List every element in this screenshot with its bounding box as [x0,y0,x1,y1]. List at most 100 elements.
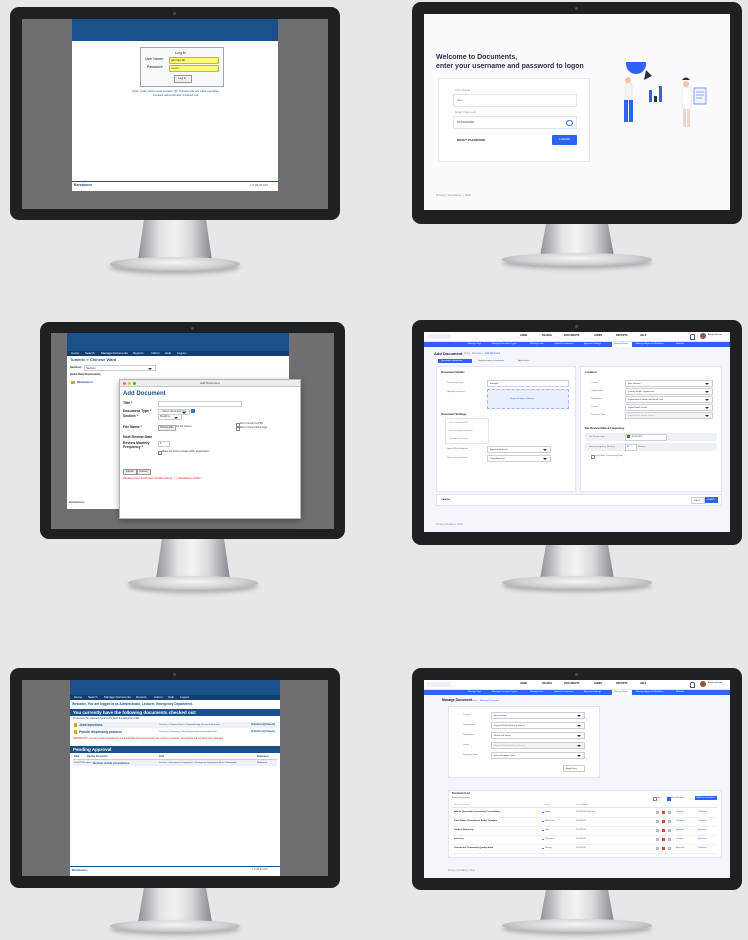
breadcrumb-home[interactable]: Home [464,353,470,355]
doc-action-link[interactable]: Published [698,847,707,849]
password-input[interactable]: PASSWORD [453,116,577,129]
nav-item-home[interactable]: Home [74,696,82,699]
password-input[interactable]: •••••••• [169,65,219,72]
nav-documents[interactable]: DOCUMENTS [564,682,579,685]
cancel-button[interactable]: CANCEL [441,499,450,501]
calendar-icon[interactable] [627,435,630,438]
subnav-doc-types[interactable]: Manage Document Types [492,691,517,693]
login-button[interactable]: Log in [174,75,192,83]
nav-help[interactable]: HELP [640,334,646,337]
nav-item-help[interactable]: Help [165,352,171,355]
delete-icon[interactable] [662,810,665,814]
tab-document-information[interactable]: Document Information [438,359,472,363]
nav-help[interactable]: HELP [640,682,646,685]
subnav-modules[interactable]: Modules [676,343,684,345]
list-item-medication[interactable]: Medication [77,381,93,384]
user-name[interactable]: Ashlyn Barnes [708,334,722,336]
delete-icon[interactable] [662,837,665,841]
loc-doctype-select[interactable]: Digital Health Health Clinical [625,412,713,419]
subnav-workflows[interactable]: Manage Approval Workflows [636,343,664,345]
subnav-tags[interactable]: Manage Tags [468,343,481,345]
submit-button[interactable]: Submit [123,469,137,475]
loc-country-select[interactable]: New Zealand [625,380,713,387]
avatar[interactable] [700,333,706,339]
checked-out-name[interactable]: Joint Injections [79,723,102,727]
setting-option-pdf[interactable]: Don't convert to PDF [449,422,468,424]
delete-icon[interactable] [662,828,665,832]
subnav-doc-types[interactable]: Manage Document Types [492,343,517,345]
nav-item-logout[interactable]: Logout [180,696,189,699]
nav-search[interactable]: SEARCH [542,334,552,337]
view-icon[interactable] [656,846,659,850]
table-row[interactable]: Advice (Secondary Inspection) Consultati… [452,809,718,818]
nav-item-reports[interactable]: Reports [133,352,144,355]
doc-action-link[interactable]: Approved [698,829,707,831]
nav-item-admin[interactable]: Admin [154,696,163,699]
filter-group-select[interactable]: Regional Health Authority Service [491,742,585,749]
view-icon[interactable] [656,810,659,814]
setting-option-watermark[interactable]: Never Include Watermark [449,430,472,432]
subnav-tags[interactable]: Manage Tags [468,691,481,693]
subnav-workflows[interactable]: Manage Approval Workflows [636,691,664,693]
title-input[interactable] [158,401,242,407]
filter-dept-select[interactable]: Health and Safety [491,732,585,739]
filter-org-select[interactable]: Regional Health Authority Service [491,722,585,729]
table-row[interactable]: Clinical and Community Quality Audit Nurs… [452,845,718,854]
lock-icon[interactable] [668,819,671,823]
nav-item-admin[interactable]: Admin [151,352,160,355]
doc-action-link[interactable]: Published [698,811,707,813]
doc-action-link[interactable]: Approved [698,838,707,840]
checked-out-action[interactable]: [Check-in] [Cancel] [251,723,275,727]
nav-documents[interactable]: DOCUMENTS [564,334,579,337]
subnav-permissions[interactable]: Update Permissions [554,343,574,345]
subnav-roles[interactable]: Manage Roles [612,342,632,347]
add-new-document-link[interactable]: [Add New Document] [70,373,100,376]
submit-button[interactable]: SUBMIT [705,497,718,503]
choose-file-button[interactable]: Choose File [158,425,176,431]
doc-name[interactable]: Incident Reporting [454,829,473,831]
add-new-document-button[interactable]: Add New Document [695,796,717,800]
subnav-approval-settings[interactable]: Approval Settings [584,691,601,693]
username-input[interactable]: user [453,94,577,107]
breadcrumb-document[interactable]: Document [472,353,482,355]
loc-org-select[interactable]: Primary Health Organisation [625,388,713,395]
doc-name-input[interactable]: Example [487,380,569,387]
drop-zone[interactable]: Drag and drop or Browse [487,389,569,409]
subnav-approval-settings[interactable]: Approval Settings [584,343,601,345]
apply-filters-button[interactable]: Apply Filters [563,765,585,772]
close-window-icon[interactable] [123,381,126,385]
doc-action-link[interactable]: Published [698,820,707,822]
bell-icon[interactable] [690,334,695,340]
tab-supplementary[interactable]: Supplementary Information [478,360,504,362]
loc-dept-select[interactable]: Department of Health and Social Care [625,396,713,403]
nav-reports[interactable]: REPORTS [616,334,628,337]
lock-icon[interactable] [668,846,671,850]
view-icon[interactable] [656,828,659,832]
lock-icon[interactable] [668,828,671,832]
who-reviews-select[interactable]: Approval Required [487,446,551,453]
nav-search[interactable]: SEARCH [542,682,552,685]
setting-option-private[interactable]: Document is Private [449,438,468,440]
help-icon[interactable] [191,409,195,413]
section-field-select[interactable]: Medicine [158,414,182,420]
nav-admin[interactable]: ADMIN [594,682,602,685]
back-button[interactable]: BACK [691,497,705,504]
subnav-links[interactable]: Manage Links [530,691,544,693]
breadcrumb-home[interactable]: Home [472,700,478,702]
checked-out-name[interactable]: Parallel dispensing protocol [79,730,122,734]
delete-icon[interactable] [662,846,665,850]
filter-doctype-select[interactable]: Select Document Type [491,752,585,759]
maximize-window-icon[interactable] [133,381,136,385]
nav-item-reports[interactable]: Reports [136,696,147,699]
view-icon[interactable] [656,819,659,823]
pending-document[interactable]: Broken Ankle procedures [93,761,129,765]
nav-item-logout[interactable]: Logout [177,352,186,355]
section-select[interactable]: Section [84,365,156,371]
nav-item-manage[interactable]: Manage Documents [104,696,131,699]
footer-links[interactable]: Privacy | Disclaimer | Help [436,524,463,526]
cancel-button[interactable]: Cancel [137,469,151,475]
logon-button[interactable]: LOGON [552,135,577,145]
filter-country-select[interactable]: New Zealand [491,712,585,719]
footer-links[interactable]: Privacy | Disclaimer | Help [436,194,471,197]
nav-item-search[interactable]: Search [88,696,98,699]
